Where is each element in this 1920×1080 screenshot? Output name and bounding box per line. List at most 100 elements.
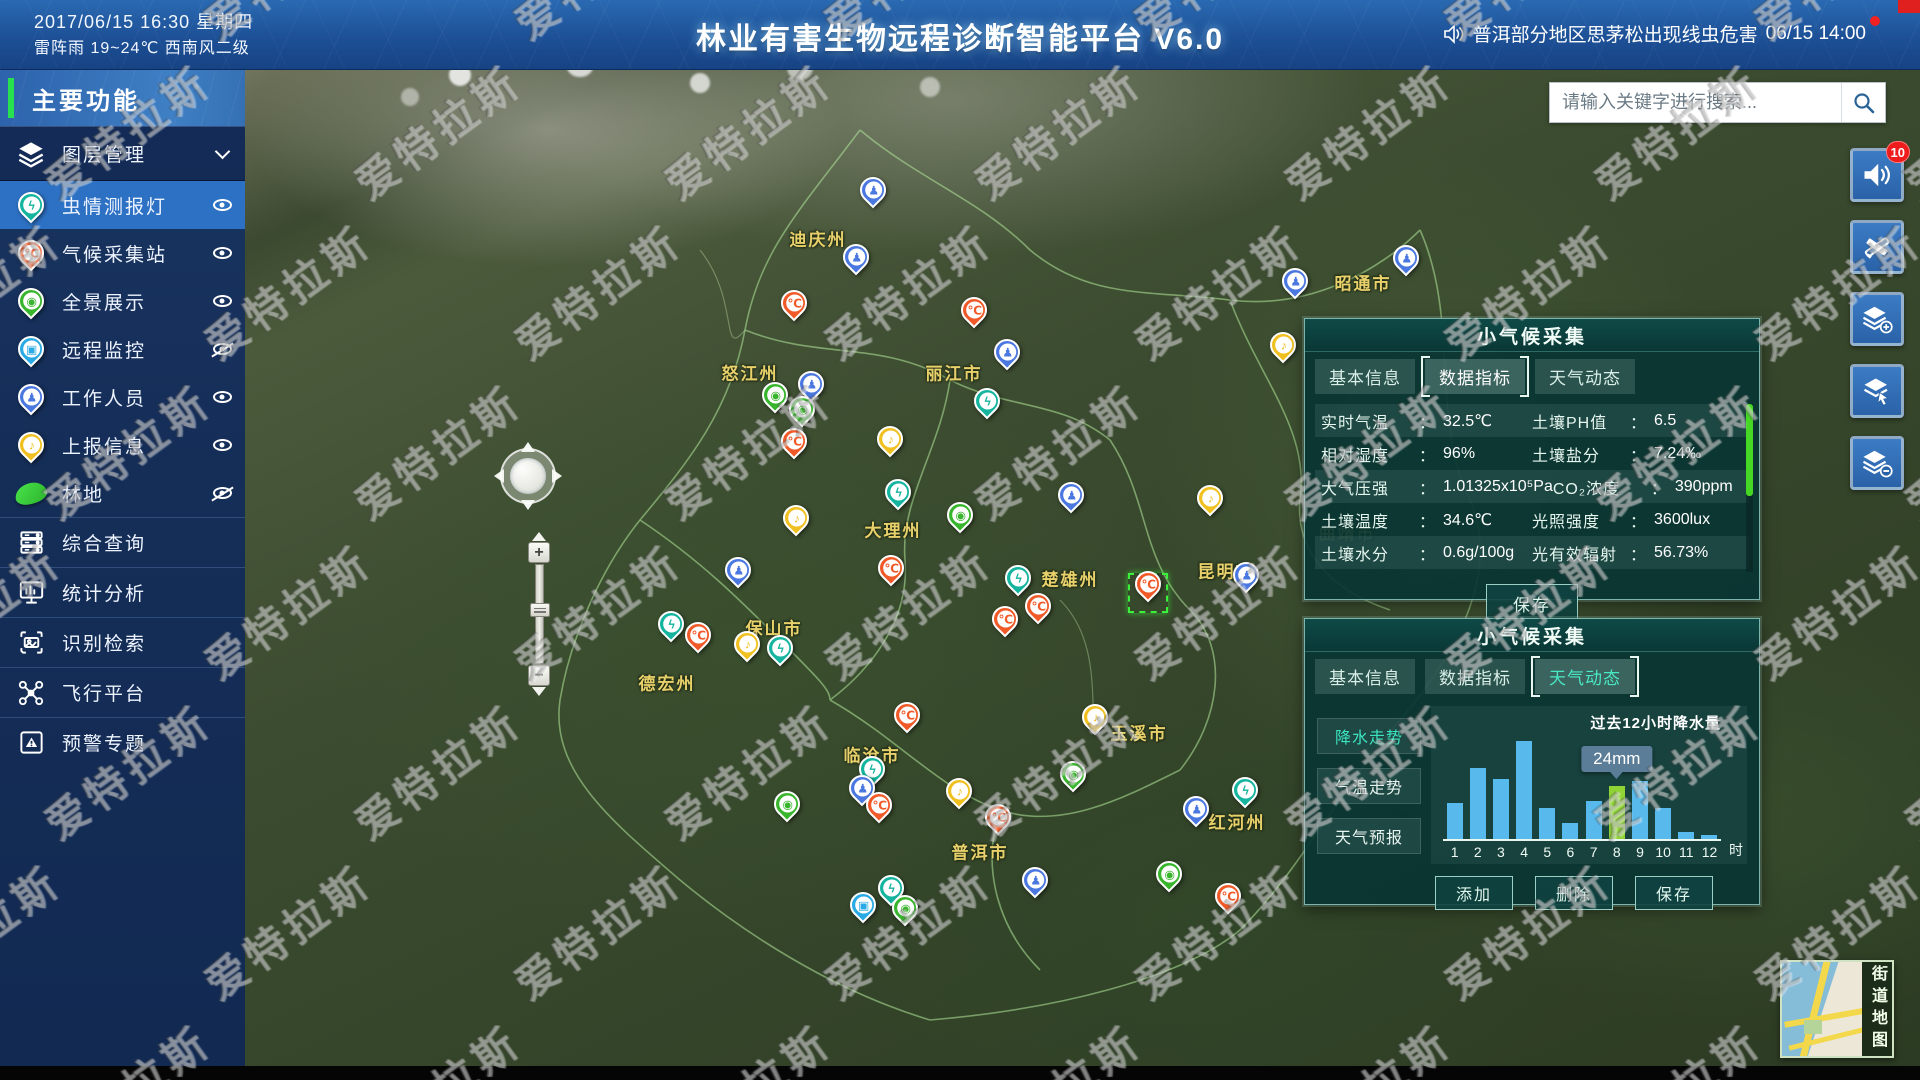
sidebar-item-func-1[interactable]: 统计分析 bbox=[0, 567, 245, 617]
tab-数据指标[interactable]: 数据指标 bbox=[1425, 659, 1525, 694]
zoom-in-button[interactable]: + bbox=[528, 542, 550, 563]
sidebar-item-panorama[interactable]: ◉全景展示 bbox=[0, 277, 245, 325]
sidebar-item-station[interactable]: ℃气候采集站 bbox=[0, 229, 245, 277]
slider-down-arrow[interactable] bbox=[532, 687, 546, 703]
eye-icon[interactable] bbox=[213, 439, 232, 451]
speaker-icon bbox=[1862, 161, 1892, 189]
announcement-bar[interactable]: 普洱部分地区思茅松出现线虫危害 06/15 14:00 bbox=[1443, 20, 1880, 47]
zoom-out-button[interactable]: − bbox=[528, 665, 550, 686]
bar-hour-3[interactable] bbox=[1493, 779, 1509, 839]
search-input[interactable] bbox=[1550, 83, 1841, 122]
report-pin-icon[interactable]: ♪ bbox=[13, 427, 50, 464]
sidebar-item-forest[interactable]: 林地 bbox=[0, 469, 245, 517]
sensor-field: 土壤盐分：7.24‰ bbox=[1532, 442, 1743, 466]
bar-hour-11[interactable] bbox=[1678, 832, 1694, 839]
field-label: CO₂浓度 bbox=[1553, 475, 1649, 499]
x-tick-1: 1 bbox=[1443, 844, 1466, 860]
tab-天气动态[interactable]: 天气动态 bbox=[1535, 659, 1635, 694]
eye-slash-icon[interactable] bbox=[213, 343, 232, 355]
eye-icon[interactable] bbox=[213, 247, 232, 259]
sidebar-item-func-4[interactable]: 预警专题 bbox=[0, 717, 245, 767]
layers-plus-icon bbox=[1861, 304, 1893, 334]
lamp-glyph: ϟ bbox=[1237, 782, 1254, 799]
panorama-pin-icon[interactable]: ◉ bbox=[13, 283, 50, 320]
bar-hour-5[interactable] bbox=[1539, 808, 1555, 839]
field-colon: ： bbox=[1630, 409, 1646, 433]
bar-hour-7[interactable] bbox=[1586, 801, 1602, 839]
scrollbar-thumb[interactable] bbox=[1746, 404, 1753, 496]
measure-draw-tools-button[interactable] bbox=[1850, 220, 1904, 274]
worker-glyph: ♟ bbox=[1287, 273, 1304, 290]
subtab-天气预报[interactable]: 天气预报 bbox=[1317, 818, 1421, 854]
zoom-thumb[interactable] bbox=[530, 603, 550, 617]
bar-hour-10[interactable] bbox=[1655, 808, 1671, 839]
delete-button[interactable]: 删除 bbox=[1535, 876, 1613, 910]
sidebar-item-worker[interactable]: ♟工作人员 bbox=[0, 373, 245, 421]
add-layer-button[interactable] bbox=[1850, 292, 1904, 346]
map-pan-compass[interactable] bbox=[500, 448, 556, 504]
sidebar-item-lamp[interactable]: ϟ虫情测报灯 bbox=[0, 181, 245, 229]
chevron-down-icon[interactable] bbox=[214, 143, 230, 159]
map-zoom-slider[interactable]: + − bbox=[527, 525, 551, 703]
eye-icon[interactable] bbox=[213, 391, 232, 403]
sidebar-item-monitor[interactable]: ▣远程监控 bbox=[0, 325, 245, 373]
eye-icon[interactable] bbox=[213, 295, 232, 307]
station-glyph: ℃ bbox=[786, 295, 803, 312]
street-map-toggle[interactable]: 街道地图 bbox=[1780, 960, 1894, 1058]
app-window: + − 迪庆州昭通市怒江州丽江市大理州楚雄州昆明市曲靖市保山市德宏州临沧市玉溪市… bbox=[0, 0, 1920, 1080]
x-tick-9: 9 bbox=[1628, 844, 1651, 860]
sidebar-item-func-0[interactable]: 综合查询 bbox=[0, 517, 245, 567]
worker-glyph: ♟ bbox=[730, 562, 747, 579]
save-button[interactable]: 保存 bbox=[1635, 876, 1713, 910]
bar-hour-12[interactable] bbox=[1701, 835, 1717, 839]
panorama-glyph: ◉ bbox=[1065, 766, 1082, 783]
station-glyph: ℃ bbox=[871, 797, 888, 814]
compass-hub[interactable] bbox=[510, 458, 546, 494]
field-colon: ： bbox=[1630, 541, 1646, 565]
monitor-glyph: ▣ bbox=[855, 897, 872, 914]
station-glyph: ℃ bbox=[1220, 888, 1237, 905]
tab-基本信息[interactable]: 基本信息 bbox=[1315, 659, 1415, 694]
visibility-cell bbox=[199, 295, 245, 307]
sidebar-item-report[interactable]: ♪上报信息 bbox=[0, 421, 245, 469]
select-layer-button[interactable] bbox=[1850, 364, 1904, 418]
station-pin-icon[interactable]: ℃ bbox=[13, 235, 50, 272]
panel-scrollbar[interactable] bbox=[1746, 404, 1753, 572]
subtab-气温走势[interactable]: 气温走势 bbox=[1317, 768, 1421, 804]
worker-pin-icon[interactable]: ♟ bbox=[13, 379, 50, 416]
tab-天气动态[interactable]: 天气动态 bbox=[1535, 359, 1635, 394]
search-icon bbox=[1852, 91, 1876, 115]
eye-icon[interactable] bbox=[213, 199, 232, 211]
sensor-row: 土壤温度：34.6℃光照强度：3600lux bbox=[1315, 503, 1749, 536]
sidebar-item-func-3[interactable]: 飞行平台 bbox=[0, 667, 245, 717]
subtab-降水走势[interactable]: 降水走势 bbox=[1317, 718, 1421, 754]
x-tick-4: 4 bbox=[1513, 844, 1536, 860]
sidebar-item-func-2[interactable]: 识别检索 bbox=[0, 617, 245, 667]
station-glyph: ℃ bbox=[690, 627, 707, 644]
sidebar-item-layer-management[interactable]: 图层管理 bbox=[0, 126, 245, 181]
bar-hour-2[interactable] bbox=[1470, 768, 1486, 839]
bar-hour-4[interactable] bbox=[1516, 741, 1532, 839]
sound-alerts-button[interactable]: 10 bbox=[1850, 148, 1904, 202]
panel-tabs: 基本信息数据指标天气动态 bbox=[1305, 652, 1759, 700]
tab-基本信息[interactable]: 基本信息 bbox=[1315, 359, 1415, 394]
chart-monitor-icon bbox=[0, 579, 62, 606]
sensor-field: 光照强度：3600lux bbox=[1532, 508, 1743, 532]
drone-icon bbox=[0, 679, 62, 707]
bar-hour-8[interactable] bbox=[1609, 786, 1625, 839]
remove-layer-button[interactable] bbox=[1850, 436, 1904, 490]
add-button[interactable]: 添加 bbox=[1435, 876, 1513, 910]
slider-up-arrow[interactable] bbox=[532, 525, 546, 541]
bar-hour-1[interactable] bbox=[1447, 803, 1463, 839]
bar-tooltip: 24mm bbox=[1581, 746, 1652, 772]
field-value: 32.5℃ bbox=[1443, 411, 1492, 431]
bar-column bbox=[1513, 741, 1536, 839]
zoom-track[interactable] bbox=[535, 564, 544, 664]
bar-hour-6[interactable] bbox=[1562, 823, 1578, 839]
lamp-pin-icon[interactable]: ϟ bbox=[13, 187, 50, 224]
monitor-pin-icon[interactable]: ▣ bbox=[13, 331, 50, 368]
tab-数据指标[interactable]: 数据指标 bbox=[1425, 359, 1525, 394]
search-button[interactable] bbox=[1841, 83, 1885, 122]
eye-slash-icon[interactable] bbox=[213, 487, 232, 499]
bar-hour-9[interactable] bbox=[1632, 781, 1648, 839]
